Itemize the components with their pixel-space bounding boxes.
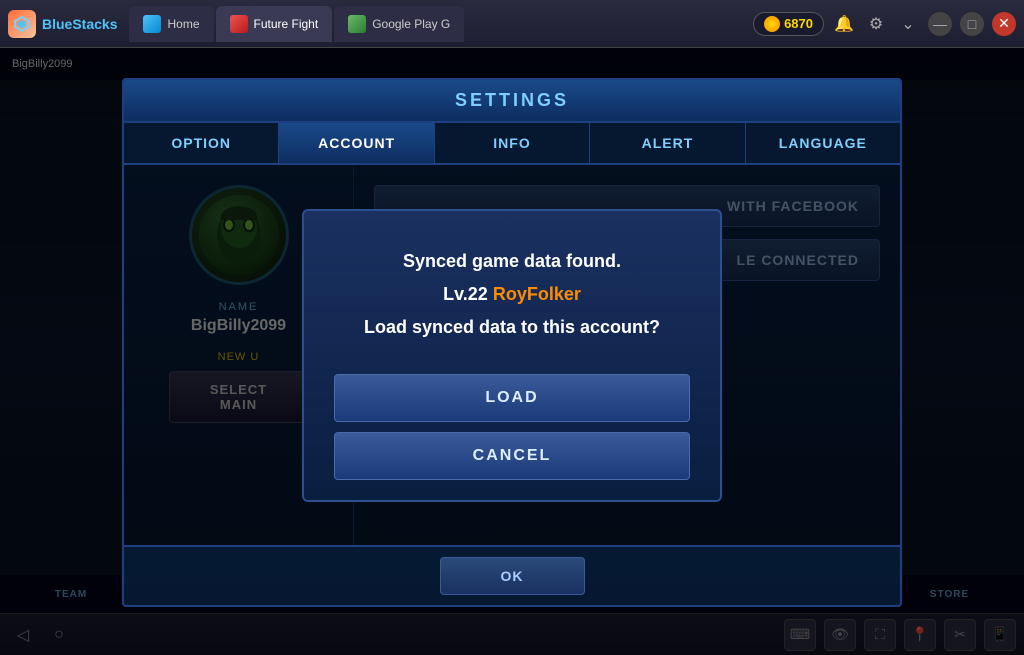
minimize-button[interactable]: — [928,12,952,36]
ok-button[interactable]: OK [440,557,585,595]
app-name-label: BlueStacks [42,16,117,32]
tab-home-label: Home [167,17,199,31]
dialog-overlay: Synced game data found. Lv.22 RoyFolker … [124,165,900,545]
settings-panel: SETTINGS OPTION ACCOUNT INFO ALERT LANGU… [122,78,902,607]
tab-option[interactable]: OPTION [124,123,279,163]
ok-btn-area: OK [124,545,900,605]
tab-info[interactable]: INFO [435,123,590,163]
tab-play-label: Google Play G [372,17,450,31]
dialog-message3: Load synced data to this account? [334,317,690,338]
chevron-down-icon[interactable]: ⌄ [896,12,920,36]
coin-display: 6870 [753,12,824,36]
dialog-message1: Synced game data found. [334,251,690,272]
bluestacks-logo-icon [8,10,36,38]
tab-account[interactable]: ACCOUNT [279,123,434,163]
play-tab-icon [348,15,366,33]
tab-fight-label: Future Fight [254,17,319,31]
titlebar: BlueStacks Home Future Fight Google Play… [0,0,1024,48]
dialog-body: Synced game data found. Lv.22 RoyFolker … [304,211,720,358]
settings-title: SETTINGS [124,80,900,123]
notification-icon[interactable]: 🔔 [832,12,856,36]
dialog-level-row: Lv.22 RoyFolker [334,284,690,305]
tab-language[interactable]: LANGUAGE [746,123,900,163]
cancel-button[interactable]: CANCEL [334,432,690,480]
coin-icon [764,16,780,32]
tab-google-play[interactable]: Google Play G [334,6,464,42]
titlebar-right: 6870 🔔 ⚙ ⌄ — □ ✕ [753,12,1016,36]
load-button[interactable]: LOAD [334,374,690,422]
settings-overlay: SETTINGS OPTION ACCOUNT INFO ALERT LANGU… [0,48,1024,655]
fight-tab-icon [230,15,248,33]
dialog-level: Lv.22 [443,284,493,304]
maximize-button[interactable]: □ [960,12,984,36]
sync-dialog: Synced game data found. Lv.22 RoyFolker … [302,209,722,502]
tab-future-fight[interactable]: Future Fight [216,6,333,42]
app-logo: BlueStacks [8,10,117,38]
dialog-buttons: LOAD CANCEL [304,358,720,500]
dialog-username: RoyFolker [493,284,581,304]
coin-amount: 6870 [784,16,813,31]
tab-home[interactable]: Home [129,6,213,42]
tab-alert[interactable]: ALERT [590,123,745,163]
home-tab-icon [143,15,161,33]
close-button[interactable]: ✕ [992,12,1016,36]
main-content: BigBilly2099 TEAM CHALLENGES ALLIANCE IN… [0,48,1024,655]
settings-tabs: OPTION ACCOUNT INFO ALERT LANGUAGE [124,123,900,165]
settings-icon[interactable]: ⚙ [864,12,888,36]
settings-body: NAME BigBilly2099 NEW U SELECT MAIN WITH… [124,165,900,545]
